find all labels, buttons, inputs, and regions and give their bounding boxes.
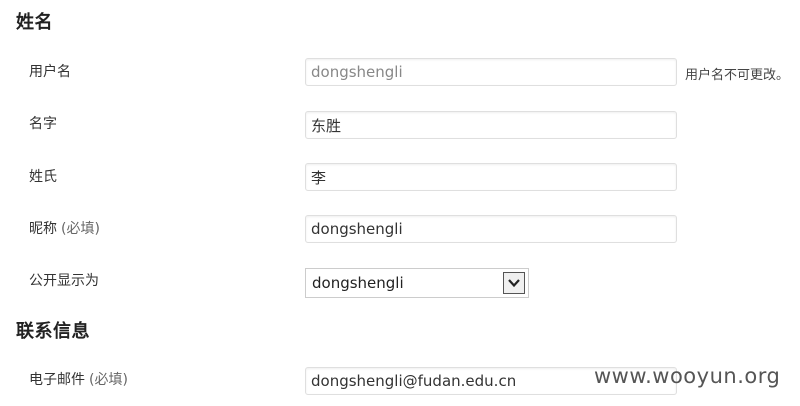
section-title-name: 姓名 [16,12,53,33]
first-name-field[interactable] [305,111,677,139]
section-title-contact: 联系信息 [16,321,90,342]
nickname-label-text: 昵称 [29,221,57,237]
last-name-label: 姓氏 [29,169,57,185]
username-label: 用户名 [29,64,71,80]
nickname-label: 昵称 (必填) [29,218,100,238]
chevron-down-icon[interactable] [503,272,525,294]
email-required-note: (必填) [89,372,128,388]
nickname-required-note: (必填) [61,221,100,237]
email-label: 电子邮件 (必填) [29,369,128,389]
first-name-label: 名字 [29,116,57,132]
display-name-selected-value: dongshengli [312,274,404,292]
watermark-text: www.wooyun.org [594,364,781,388]
display-name-select[interactable]: dongshengli [305,268,529,298]
last-name-field[interactable] [305,163,677,191]
nickname-field[interactable] [305,215,677,243]
username-hint: 用户名不可更改。 [685,68,790,83]
display-name-label: 公开显示为 [29,273,99,289]
email-label-text: 电子邮件 [29,372,85,388]
profile-form: 姓名 用户名 用户名不可更改。 名字 姓氏 昵称(必填) 公开显示为 dongs… [0,0,800,406]
username-field[interactable] [305,58,677,86]
